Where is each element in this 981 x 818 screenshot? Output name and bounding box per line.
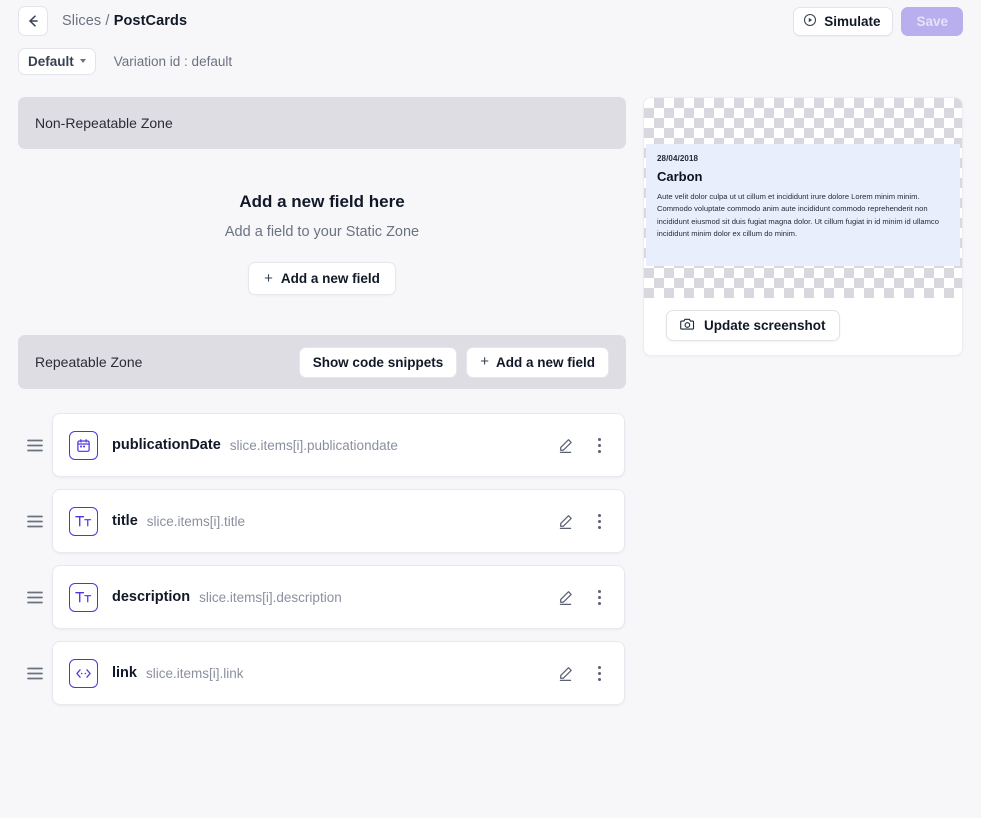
preview-column: 28/04/2018 Carbon Aute velit dolor culpa… [643, 97, 963, 356]
chevron-down-icon [80, 59, 86, 63]
table-row: description slice.items[i].description [18, 565, 626, 629]
variation-dropdown[interactable]: Default [18, 48, 96, 75]
non-repeatable-zone-title: Non-Repeatable Zone [35, 115, 173, 131]
drag-handle-icon[interactable] [18, 515, 52, 528]
row-actions [554, 434, 610, 456]
row-actions [554, 510, 610, 532]
save-button[interactable]: Save [901, 7, 963, 36]
postcard-preview: 28/04/2018 Carbon Aute velit dolor culpa… [646, 144, 960, 266]
variation-bar: Default Variation id : default [0, 42, 981, 80]
field-card-publicationdate[interactable]: publicationDate slice.items[i].publicati… [52, 413, 625, 477]
pencil-icon[interactable] [554, 586, 576, 608]
kebab-menu-icon[interactable] [588, 434, 610, 456]
preview-footer: Update screenshot [644, 298, 962, 355]
transparency-checkerboard: 28/04/2018 Carbon Aute velit dolor culpa… [644, 98, 962, 298]
postcard-title: Carbon [657, 169, 949, 184]
field-path: slice.items[i].publicationdate [230, 438, 398, 453]
main-content: Non-Repeatable Zone Add a new field here… [0, 80, 981, 717]
repeatable-zone-header: Repeatable Zone Show code snippets + Add… [18, 335, 626, 389]
field-path: slice.items[i].title [147, 514, 245, 529]
camera-icon [680, 317, 696, 334]
drag-handle-icon[interactable] [18, 591, 52, 604]
table-row: title slice.items[i].title [18, 489, 626, 553]
repeatable-zone-actions: Show code snippets + Add a new field [299, 347, 609, 378]
repeatable-zone-add-field-button[interactable]: + Add a new field [466, 347, 609, 378]
arrow-left-icon [25, 13, 41, 29]
postcard-body: Aute velit dolor culpa ut ut cillum et i… [657, 191, 949, 240]
variation-selected-label: Default [28, 54, 74, 69]
breadcrumb-current: PostCards [114, 13, 187, 29]
play-circle-icon [803, 13, 817, 30]
repeatable-zone-add-field-label: Add a new field [496, 355, 595, 370]
breadcrumb-separator: / [105, 13, 109, 29]
variation-id-label: Variation id : default [114, 54, 232, 69]
link-code-icon [69, 659, 98, 688]
field-path: slice.items[i].link [146, 666, 244, 681]
breadcrumb: Slices / PostCards [62, 13, 187, 29]
kebab-menu-icon[interactable] [588, 510, 610, 532]
repeatable-zone-title: Repeatable Zone [35, 354, 142, 370]
text-icon [69, 583, 98, 612]
drag-handle-icon[interactable] [18, 439, 52, 452]
pencil-icon[interactable] [554, 434, 576, 456]
field-card-description[interactable]: description slice.items[i].description [52, 565, 625, 629]
back-button[interactable] [18, 6, 48, 36]
update-screenshot-button[interactable]: Update screenshot [666, 310, 840, 341]
top-bar-actions: Simulate Save [793, 7, 963, 36]
static-zone-add-field-button[interactable]: + Add a new field [248, 262, 396, 295]
kebab-dots [598, 590, 601, 605]
kebab-menu-icon[interactable] [588, 586, 610, 608]
simulate-button[interactable]: Simulate [793, 7, 893, 36]
table-row: link slice.items[i].link [18, 641, 626, 705]
empty-state-title: Add a new field here [18, 192, 626, 212]
kebab-dots [598, 514, 601, 529]
simulate-label: Simulate [824, 14, 880, 29]
plus-icon: + [480, 354, 489, 369]
calendar-icon [69, 431, 98, 460]
pencil-icon[interactable] [554, 510, 576, 532]
static-zone-add-field-label: Add a new field [281, 271, 380, 286]
row-actions [554, 662, 610, 684]
field-list: publicationDate slice.items[i].publicati… [18, 413, 626, 705]
screenshot-preview-panel: 28/04/2018 Carbon Aute velit dolor culpa… [643, 97, 963, 356]
drag-handle-icon[interactable] [18, 667, 52, 680]
field-name: publicationDate [112, 437, 221, 453]
kebab-dots [598, 666, 601, 681]
plus-icon: + [264, 271, 273, 286]
kebab-dots [598, 438, 601, 453]
field-card-link[interactable]: link slice.items[i].link [52, 641, 625, 705]
non-repeatable-zone: Non-Repeatable Zone Add a new field here… [18, 97, 626, 335]
non-repeatable-zone-empty-state: Add a new field here Add a field to your… [18, 149, 626, 335]
field-name: link [112, 665, 137, 681]
field-name: title [112, 513, 138, 529]
kebab-menu-icon[interactable] [588, 662, 610, 684]
pencil-icon[interactable] [554, 662, 576, 684]
non-repeatable-zone-header: Non-Repeatable Zone [18, 97, 626, 149]
table-row: publicationDate slice.items[i].publicati… [18, 413, 626, 477]
postcard-date: 28/04/2018 [657, 154, 949, 163]
show-code-snippets-button[interactable]: Show code snippets [299, 347, 458, 378]
text-icon [69, 507, 98, 536]
field-card-title[interactable]: title slice.items[i].title [52, 489, 625, 553]
update-screenshot-label: Update screenshot [704, 318, 826, 333]
zones-column: Non-Repeatable Zone Add a new field here… [18, 97, 626, 717]
repeatable-zone: Repeatable Zone Show code snippets + Add… [18, 335, 626, 705]
empty-state-subtitle: Add a field to your Static Zone [18, 224, 626, 240]
field-path: slice.items[i].description [199, 590, 342, 605]
row-actions [554, 586, 610, 608]
field-name: description [112, 589, 190, 605]
show-code-snippets-label: Show code snippets [313, 355, 444, 370]
top-bar: Slices / PostCards Simulate Save [0, 0, 981, 42]
breadcrumb-parent[interactable]: Slices [62, 13, 101, 29]
